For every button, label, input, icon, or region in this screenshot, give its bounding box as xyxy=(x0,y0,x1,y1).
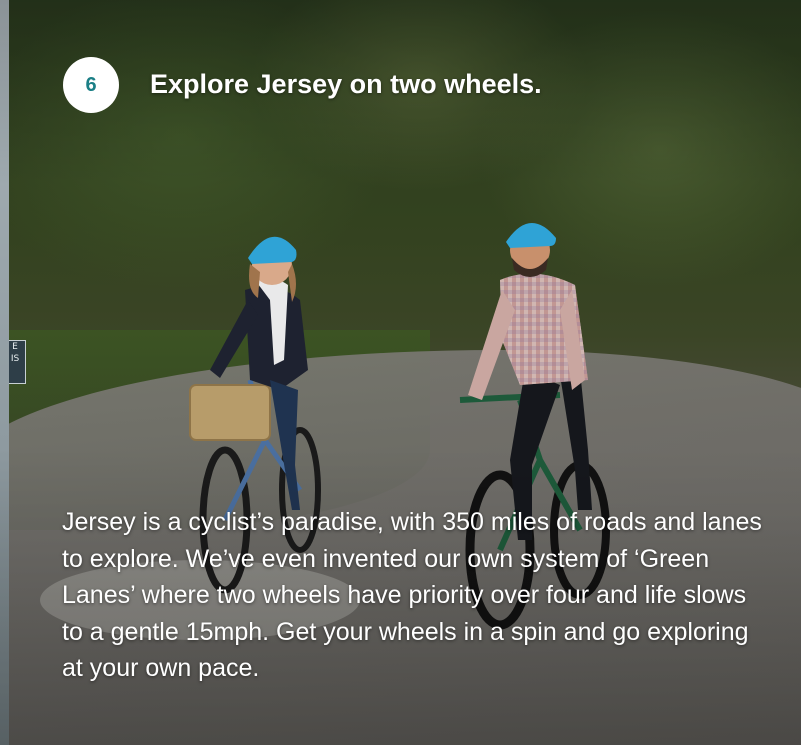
step-number-badge: 6 xyxy=(63,57,119,113)
description-paragraph: Jersey is a cyclist’s paradise, with 350… xyxy=(62,508,762,682)
section-heading: Explore Jersey on two wheels. xyxy=(150,69,542,99)
article-card: EIS 6 Explore Jersey on two wheels. Jers… xyxy=(0,0,801,745)
